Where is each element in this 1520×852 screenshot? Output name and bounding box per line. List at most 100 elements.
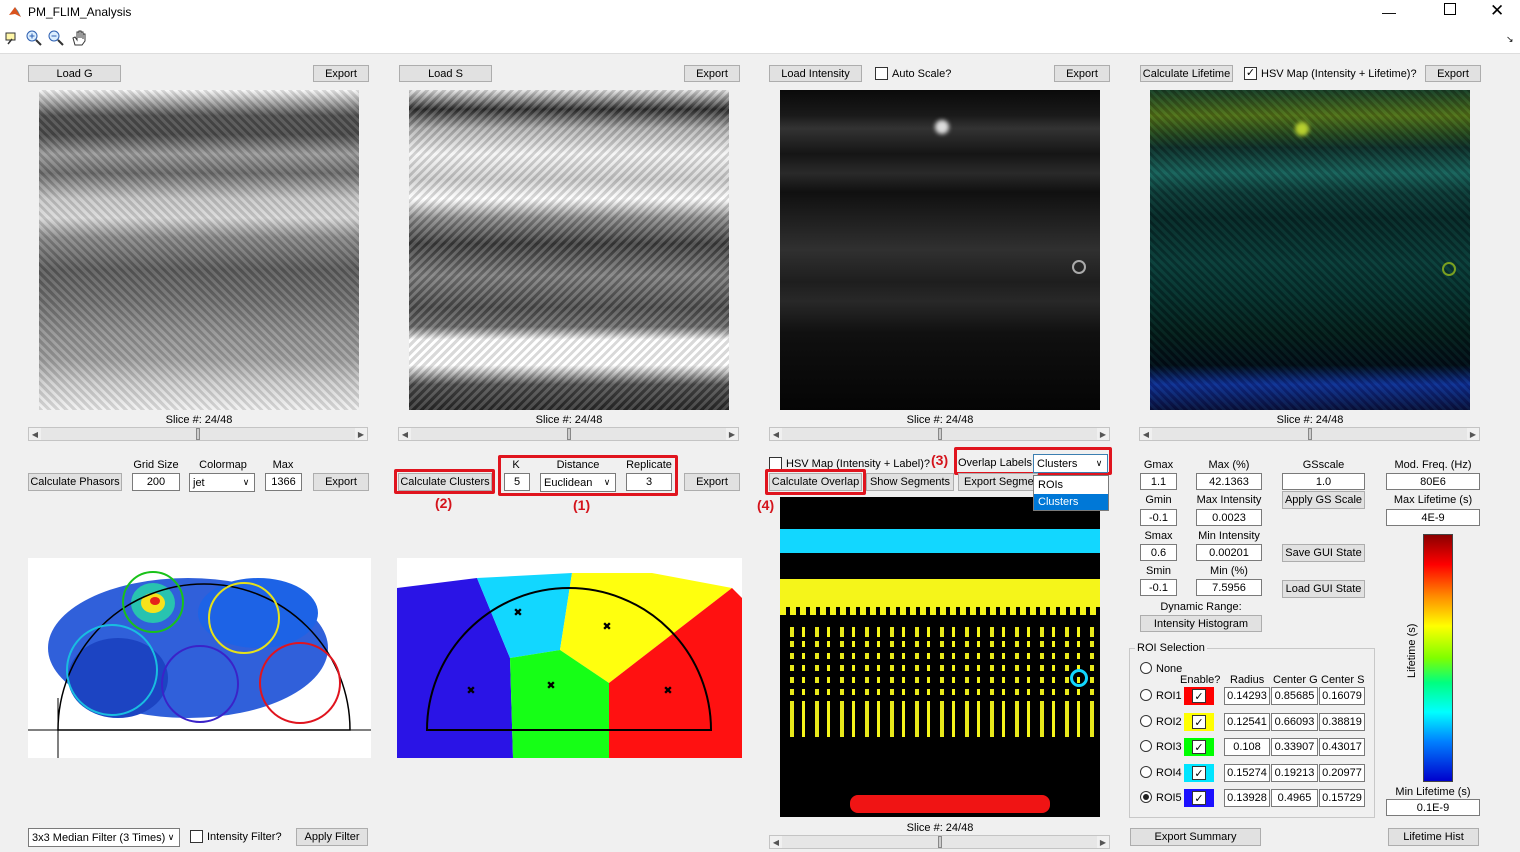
phasor-plot[interactable] xyxy=(28,558,371,758)
roi-center-g-field[interactable]: 0.33907 xyxy=(1271,738,1318,756)
option-rois[interactable]: ROIs xyxy=(1034,477,1108,493)
save-gui-state-button[interactable]: Save GUI State xyxy=(1282,544,1365,562)
slider-right-icon[interactable]: ▶ xyxy=(355,428,367,440)
min-lifetime-input[interactable]: 0.1E-9 xyxy=(1386,799,1480,816)
roi-radius-field[interactable]: 0.108 xyxy=(1224,738,1270,756)
calculate-overlap-button[interactable]: Calculate Overlap xyxy=(769,473,862,491)
lifetime-export-button[interactable]: Export xyxy=(1425,65,1481,82)
load-intensity-button[interactable]: Load Intensity xyxy=(769,65,862,82)
show-segments-button[interactable]: Show Segments xyxy=(866,473,954,491)
gmax-input[interactable]: 1.1 xyxy=(1140,473,1177,490)
intensity-export-button[interactable]: Export xyxy=(1054,65,1110,82)
slider-thumb[interactable] xyxy=(1308,428,1312,440)
data-cursor-icon[interactable] xyxy=(4,30,20,46)
roi-center-s-field[interactable]: 0.16079 xyxy=(1319,687,1365,705)
zoom-out-icon[interactable] xyxy=(48,30,64,46)
option-clusters[interactable]: Clusters xyxy=(1034,494,1108,510)
overlap-image[interactable] xyxy=(780,497,1100,817)
autoscale-checkbox[interactable] xyxy=(875,67,888,80)
slider-thumb[interactable] xyxy=(938,428,942,440)
roi-color-swatch[interactable]: ✓ xyxy=(1184,738,1214,756)
intensity-image[interactable] xyxy=(780,90,1100,410)
g-export-button[interactable]: Export xyxy=(313,65,369,82)
hsv-lifetime-checkbox[interactable]: ✓ xyxy=(1244,67,1257,80)
roi-center-g-field[interactable]: 0.85685 xyxy=(1271,687,1318,705)
lifetime-image[interactable] xyxy=(1150,90,1470,410)
roi-radius-field[interactable]: 0.12541 xyxy=(1224,713,1270,731)
roi-enable-checkbox[interactable]: ✓ xyxy=(1192,715,1206,729)
zoom-in-icon[interactable] xyxy=(26,30,42,46)
roi-none-radio[interactable] xyxy=(1140,662,1152,674)
s-slice-slider[interactable]: ◀ ▶ xyxy=(398,427,739,441)
s-export-button[interactable]: Export xyxy=(684,65,740,82)
intensity-histogram-button[interactable]: Intensity Histogram xyxy=(1140,615,1262,632)
roi-radius-field[interactable]: 0.13928 xyxy=(1224,789,1270,807)
g-image[interactable] xyxy=(39,90,359,410)
slider-left-icon[interactable]: ◀ xyxy=(770,428,782,440)
roi-radio[interactable] xyxy=(1140,715,1152,727)
export-segments-button[interactable]: Export Segments xyxy=(958,473,1038,491)
smax-input[interactable]: 0.6 xyxy=(1140,544,1177,561)
overlap-labels-select[interactable]: Clusters ∨ xyxy=(1033,454,1108,473)
roi-radio[interactable] xyxy=(1140,689,1152,701)
maximize-icon[interactable] xyxy=(1444,3,1456,15)
max-intensity-input[interactable]: 0.0023 xyxy=(1196,509,1262,526)
roi-radio[interactable] xyxy=(1140,740,1152,752)
roi-center-s-field[interactable]: 0.38819 xyxy=(1319,713,1365,731)
gmin-input[interactable]: -0.1 xyxy=(1140,509,1177,526)
slider-left-icon[interactable]: ◀ xyxy=(29,428,41,440)
slider-thumb[interactable] xyxy=(567,428,571,440)
max-lifetime-input[interactable]: 4E-9 xyxy=(1386,509,1480,526)
max-pct-input[interactable]: 42.1363 xyxy=(1196,473,1262,490)
load-s-button[interactable]: Load S xyxy=(399,65,492,82)
slider-right-icon[interactable]: ▶ xyxy=(1097,428,1109,440)
roi-enable-checkbox[interactable]: ✓ xyxy=(1192,689,1206,703)
roi-color-swatch[interactable]: ✓ xyxy=(1184,713,1214,731)
filter-select[interactable]: 3x3 Median Filter (3 Times) ∨ xyxy=(28,828,180,847)
expand-icon[interactable]: ↘ xyxy=(1506,34,1514,45)
roi-radio[interactable] xyxy=(1140,766,1152,778)
smin-input[interactable]: -0.1 xyxy=(1140,579,1177,596)
intensity-slice-slider[interactable]: ◀ ▶ xyxy=(769,427,1110,441)
cluster-plot[interactable]: ✖ ✖ ✖ ✖ ✖ xyxy=(397,558,742,758)
grid-size-input[interactable]: 200 xyxy=(132,473,180,491)
pan-hand-icon[interactable] xyxy=(70,29,88,47)
slider-left-icon[interactable]: ◀ xyxy=(399,428,411,440)
phasor-export-button[interactable]: Export xyxy=(313,473,369,491)
calculate-lifetime-button[interactable]: Calculate Lifetime xyxy=(1140,65,1233,82)
roi-color-swatch[interactable]: ✓ xyxy=(1184,789,1214,807)
roi-enable-checkbox[interactable]: ✓ xyxy=(1192,740,1206,754)
slider-right-icon[interactable]: ▶ xyxy=(1467,428,1479,440)
roi-center-g-field[interactable]: 0.4965 xyxy=(1271,789,1318,807)
roi-center-g-field[interactable]: 0.19213 xyxy=(1271,764,1318,782)
roi-color-swatch[interactable]: ✓ xyxy=(1184,764,1214,782)
min-pct-input[interactable]: 7.5956 xyxy=(1196,579,1262,596)
apply-filter-button[interactable]: Apply Filter xyxy=(296,828,368,846)
intensity-filter-checkbox[interactable] xyxy=(190,830,203,843)
export-summary-button[interactable]: Export Summary xyxy=(1130,828,1261,846)
lifetime-slice-slider[interactable]: ◀ ▶ xyxy=(1139,427,1480,441)
distance-select[interactable]: Euclidean ∨ xyxy=(540,473,616,492)
clusters-export-button[interactable]: Export xyxy=(684,473,740,491)
max-input[interactable]: 1366 xyxy=(265,473,302,491)
slider-left-icon[interactable]: ◀ xyxy=(1140,428,1152,440)
gsscale-input[interactable]: 1.0 xyxy=(1282,473,1365,490)
roi-enable-checkbox[interactable]: ✓ xyxy=(1192,791,1206,805)
s-image[interactable] xyxy=(409,90,729,410)
roi-radius-field[interactable]: 0.15274 xyxy=(1224,764,1270,782)
minimize-icon[interactable]: — xyxy=(1382,4,1396,20)
slider-thumb[interactable] xyxy=(196,428,200,440)
calculate-phasors-button[interactable]: Calculate Phasors xyxy=(28,473,122,491)
roi-center-s-field[interactable]: 0.20977 xyxy=(1319,764,1365,782)
mod-freq-input[interactable]: 80E6 xyxy=(1386,473,1480,490)
roi-enable-checkbox[interactable]: ✓ xyxy=(1192,766,1206,780)
load-gui-state-button[interactable]: Load GUI State xyxy=(1282,580,1365,598)
overlap-slice-slider[interactable]: ◀ ▶ xyxy=(769,835,1110,849)
roi-center-s-field[interactable]: 0.15729 xyxy=(1319,789,1365,807)
roi-color-swatch[interactable]: ✓ xyxy=(1184,687,1214,705)
slider-right-icon[interactable]: ▶ xyxy=(726,428,738,440)
roi-center-g-field[interactable]: 0.66093 xyxy=(1271,713,1318,731)
apply-gs-scale-button[interactable]: Apply GS Scale xyxy=(1282,491,1365,509)
slider-thumb[interactable] xyxy=(938,836,942,848)
slider-right-icon[interactable]: ▶ xyxy=(1097,836,1109,848)
